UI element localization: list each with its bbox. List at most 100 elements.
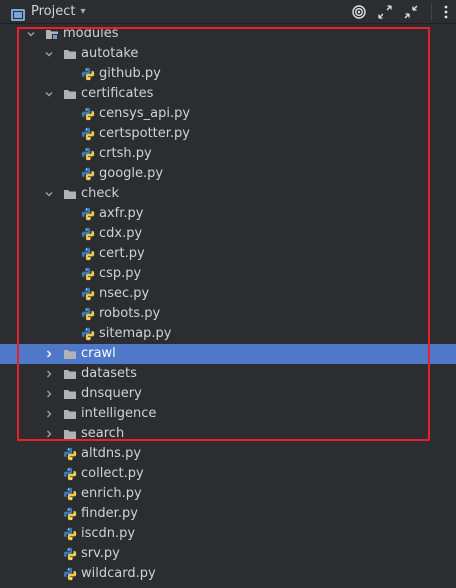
tree-row-label: altdns.py — [81, 446, 142, 461]
tree-row-nsec-py[interactable]: nsec.py — [0, 284, 456, 304]
tree-row-label: csp.py — [99, 266, 142, 281]
collapse-icon[interactable] — [403, 4, 419, 20]
tree-row-autotake[interactable]: autotake — [0, 44, 456, 64]
tree-row-crtsh-py[interactable]: crtsh.py — [0, 144, 456, 164]
module-folder-icon — [45, 27, 59, 41]
chevron-down-icon[interactable] — [25, 24, 37, 44]
tree-row-label: cdx.py — [99, 226, 143, 241]
python-file-icon — [81, 127, 95, 141]
expand-icon[interactable] — [377, 4, 393, 20]
tree-row-csp-py[interactable]: csp.py — [0, 264, 456, 284]
python-file-icon — [63, 467, 77, 481]
tree-row-label: certificates — [81, 86, 154, 101]
tree-row-enrich-py[interactable]: enrich.py — [0, 484, 456, 504]
python-file-icon — [81, 267, 95, 281]
project-toolbar: Project ▾ — [0, 0, 456, 24]
tree-row-altdns-py[interactable]: altdns.py — [0, 444, 456, 464]
tree-row-label: censys_api.py — [99, 106, 191, 121]
project-tree: modules autotake github.py certificates cens… — [0, 24, 456, 584]
dropdown-icon[interactable]: ▾ — [80, 6, 85, 17]
project-folder-icon — [11, 6, 25, 21]
python-file-icon — [81, 107, 95, 121]
python-file-icon — [81, 227, 95, 241]
tree-row-label: crtsh.py — [99, 146, 152, 161]
tree-row-robots-py[interactable]: robots.py — [0, 304, 456, 324]
toolbar-separator — [431, 4, 432, 20]
tree-row-label: srv.py — [81, 546, 120, 561]
python-file-icon — [63, 547, 77, 561]
tree-row-label: enrich.py — [81, 486, 142, 501]
folder-icon — [63, 367, 77, 381]
python-file-icon — [63, 567, 77, 581]
python-file-icon — [81, 167, 95, 181]
tree-row-google-py[interactable]: google.py — [0, 164, 456, 184]
python-file-icon — [63, 507, 77, 521]
folder-icon — [63, 187, 77, 201]
tree-row-label: search — [81, 426, 125, 441]
project-title[interactable]: Project — [31, 4, 75, 19]
python-file-icon — [81, 67, 95, 81]
chevron-right-icon[interactable] — [43, 424, 55, 444]
tree-row-modules[interactable]: modules — [0, 24, 456, 44]
chevron-right-icon[interactable] — [43, 384, 55, 404]
tree-row-certificates[interactable]: certificates — [0, 84, 456, 104]
python-file-icon — [81, 207, 95, 221]
python-file-icon — [81, 247, 95, 261]
tree-row-datasets[interactable]: datasets — [0, 364, 456, 384]
chevron-right-icon[interactable] — [43, 404, 55, 424]
tree-row-label: nsec.py — [99, 286, 150, 301]
python-file-icon — [63, 487, 77, 501]
tree-row-label: autotake — [81, 46, 139, 61]
tree-row-wildcard-py[interactable]: wildcard.py — [0, 564, 456, 584]
chevron-down-icon[interactable] — [43, 184, 55, 204]
tree-row-label: sitemap.py — [99, 326, 172, 341]
tree-row-label: github.py — [99, 66, 161, 81]
python-file-icon — [63, 527, 77, 541]
tree-row-label: collect.py — [81, 466, 144, 481]
tree-row-axfr-py[interactable]: axfr.py — [0, 204, 456, 224]
tree-row-label: certspotter.py — [99, 126, 190, 141]
target-icon[interactable] — [351, 4, 367, 20]
folder-icon — [63, 87, 77, 101]
chevron-right-icon[interactable] — [43, 344, 55, 364]
chevron-right-icon[interactable] — [43, 364, 55, 384]
folder-icon — [63, 387, 77, 401]
tree-row-label: cert.py — [99, 246, 145, 261]
tree-row-label: datasets — [81, 366, 137, 381]
python-file-icon — [81, 307, 95, 321]
tree-row-crawl[interactable]: crawl — [0, 344, 456, 364]
python-file-icon — [81, 287, 95, 301]
tree-row-check[interactable]: check — [0, 184, 456, 204]
tree-row-sitemap-py[interactable]: sitemap.py — [0, 324, 456, 344]
python-file-icon — [81, 327, 95, 341]
tree-row-certspotter-py[interactable]: certspotter.py — [0, 124, 456, 144]
tree-row-iscdn-py[interactable]: iscdn.py — [0, 524, 456, 544]
tree-row-censys-api-py[interactable]: censys_api.py — [0, 104, 456, 124]
tree-row-srv-py[interactable]: srv.py — [0, 544, 456, 564]
tree-row-label: check — [81, 186, 120, 201]
tree-row-cdx-py[interactable]: cdx.py — [0, 224, 456, 244]
tree-row-label: axfr.py — [99, 206, 144, 221]
tree-row-finder-py[interactable]: finder.py — [0, 504, 456, 524]
python-file-icon — [81, 147, 95, 161]
tree-row-github-py[interactable]: github.py — [0, 64, 456, 84]
tree-row-search[interactable]: search — [0, 424, 456, 444]
tree-row-label: iscdn.py — [81, 526, 136, 541]
tree-row-label: wildcard.py — [81, 566, 156, 581]
tree-row-label: crawl — [81, 346, 116, 361]
tree-row-dnsquery[interactable]: dnsquery — [0, 384, 456, 404]
tree-row-cert-py[interactable]: cert.py — [0, 244, 456, 264]
toolbar-actions — [341, 0, 456, 24]
folder-icon — [63, 347, 77, 361]
tree-row-label: dnsquery — [81, 386, 142, 401]
tree-row-label: robots.py — [99, 306, 161, 321]
more-icon[interactable] — [438, 4, 454, 20]
python-file-icon — [63, 447, 77, 461]
folder-icon — [63, 427, 77, 441]
tree-row-label: finder.py — [81, 506, 138, 521]
chevron-down-icon[interactable] — [43, 44, 55, 64]
chevron-down-icon[interactable] — [43, 84, 55, 104]
folder-icon — [63, 407, 77, 421]
tree-row-collect-py[interactable]: collect.py — [0, 464, 456, 484]
tree-row-intelligence[interactable]: intelligence — [0, 404, 456, 424]
